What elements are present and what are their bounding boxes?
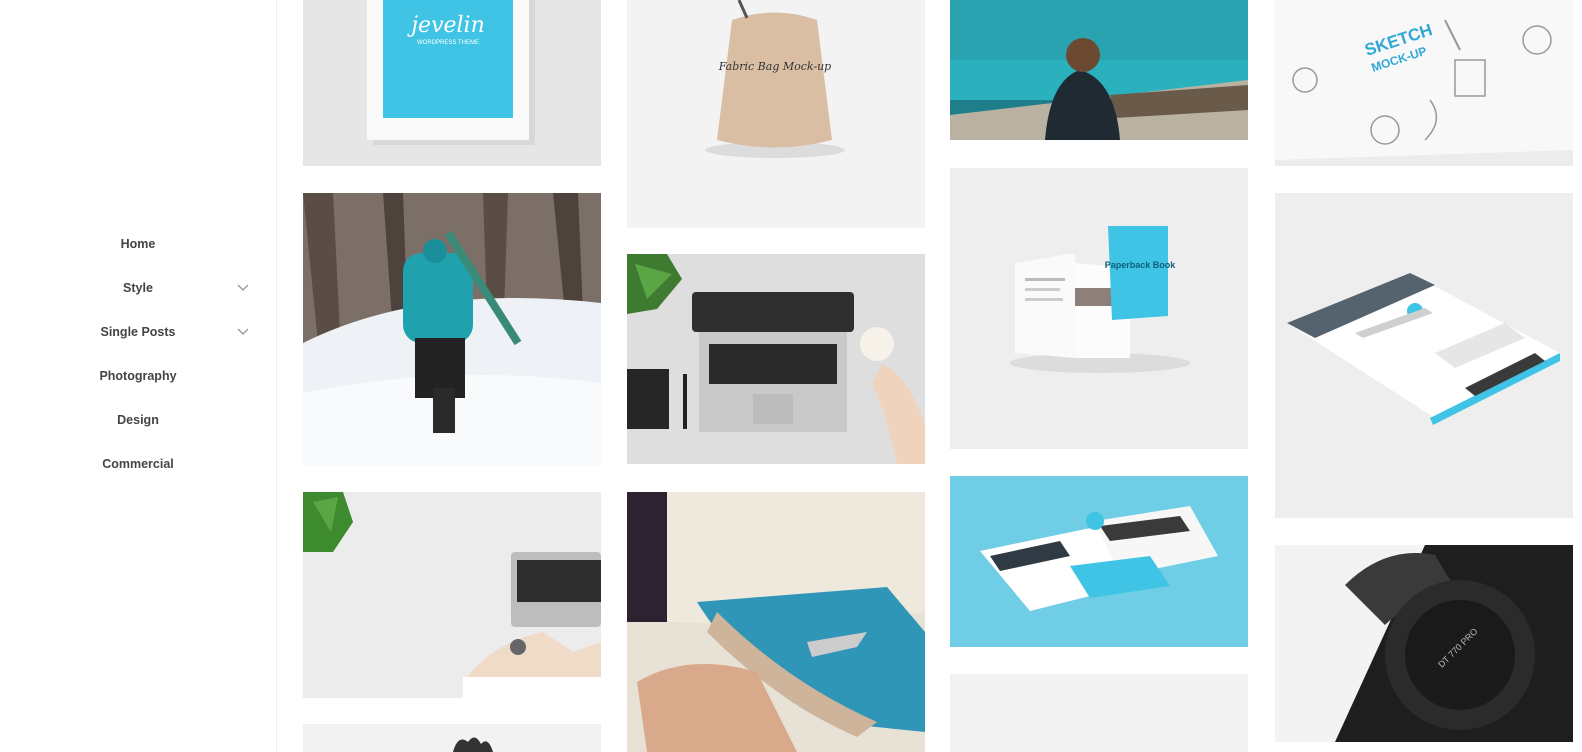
portfolio-item-lake-woman[interactable] [950, 0, 1248, 140]
portfolio-item-paperback-book[interactable]: Paperback Book [950, 168, 1248, 449]
portfolio-item-laptop-workspace[interactable] [627, 254, 925, 464]
portfolio-item-fabric-bag[interactable]: Fabric Bag Mock-up [627, 0, 925, 228]
portfolio-item-webdesign-print[interactable] [1275, 193, 1573, 518]
portfolio-item-sketch-mockup[interactable]: SKETCH MOCK-UP [1275, 0, 1573, 166]
portfolio-item-frame-mockup[interactable]: jevelin WORDPRESS THEME [303, 0, 601, 166]
bag-text: Fabric Bag Mock-up [718, 60, 831, 73]
portfolio-item-shoemaker[interactable] [627, 492, 925, 752]
portfolio-grid: jevelin WORDPRESS THEME Fabric Bag Mock-… [0, 0, 1582, 752]
portfolio-item-desk-laptop[interactable] [303, 492, 601, 698]
frame-sub-text: WORDPRESS THEME [417, 40, 479, 46]
portfolio-item-snow-hiker[interactable] [303, 193, 601, 465]
portfolio-item-bottom-col3[interactable] [950, 674, 1248, 752]
portfolio-item-bottom-col1[interactable] [303, 724, 601, 752]
portfolio-item-web-screens[interactable] [950, 476, 1248, 647]
frame-logo-text: jevelin [406, 13, 485, 38]
portfolio-item-headphones[interactable]: DT 770 PRO [1275, 545, 1573, 742]
book-title-text: Paperback Book [1105, 260, 1177, 270]
